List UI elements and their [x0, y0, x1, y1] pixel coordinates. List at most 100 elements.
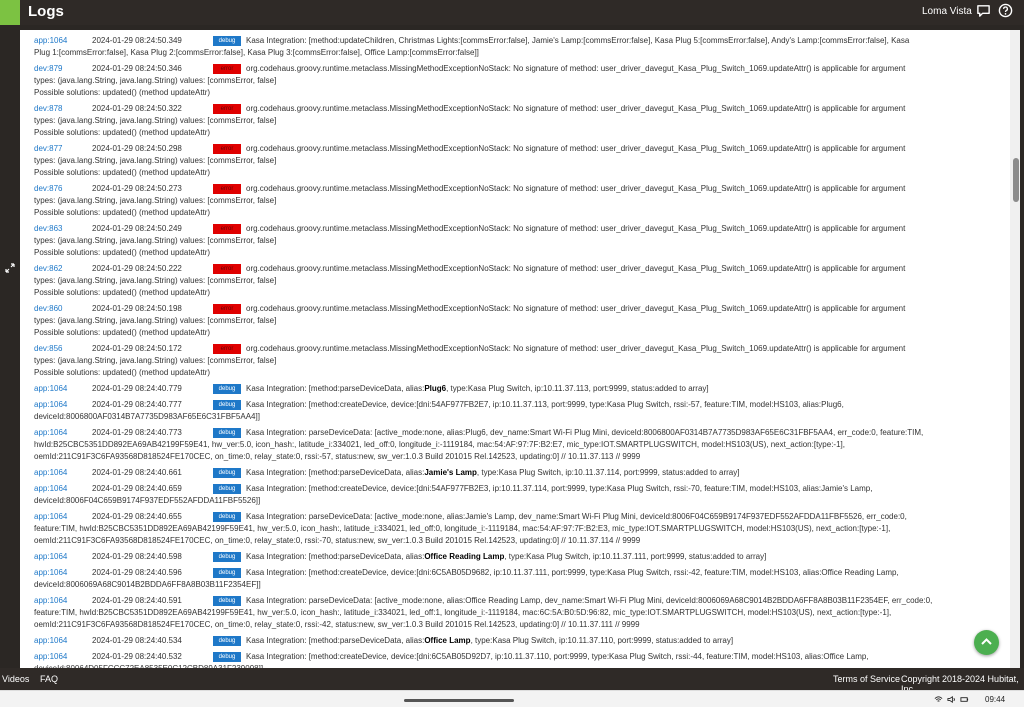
log-message: org.codehaus.groovy.runtime.metaclass.Mi…: [246, 103, 905, 115]
log-message: Kasa Integration: [method:parseDeviceDat…: [246, 635, 733, 647]
log-message-text: , type:Kasa Plug Switch, ip:10.11.37.113…: [446, 384, 709, 393]
log-source-link[interactable]: dev:876: [34, 183, 62, 195]
log-level-badge: debug: [213, 36, 241, 46]
log-source-link[interactable]: dev:878: [34, 103, 62, 115]
log-source-link[interactable]: app:1064: [34, 399, 67, 411]
log-source-link[interactable]: app:1064: [34, 567, 67, 579]
chat-icon[interactable]: [976, 3, 991, 18]
expand-icon[interactable]: [5, 263, 15, 273]
log-message: Kasa Integration: [method:createDevice, …: [246, 567, 899, 579]
log-message-text: Kasa Integration: [method:updateChildren…: [246, 36, 910, 45]
battery-icon[interactable]: [960, 695, 969, 704]
log-source-link[interactable]: app:1064: [34, 383, 67, 395]
log-level-badge: debug: [213, 636, 241, 646]
log-source-link[interactable]: app:1064: [34, 635, 67, 647]
faq-link[interactable]: FAQ: [40, 674, 58, 684]
log-message: Kasa Integration: [method:parseDeviceDat…: [246, 551, 766, 563]
log-timestamp: 2024-01-29 08:24:40.773: [92, 428, 182, 437]
log-message-continuation: Plug 1:[commsError:false], Kasa Plug 2:[…: [34, 48, 479, 57]
log-source-link[interactable]: dev:863: [34, 223, 62, 235]
log-message: Kasa Integration: parseDeviceData: [acti…: [246, 511, 907, 523]
log-message-continuation: deviceId:8006800AF0314B7A7735D983AF65E6C…: [34, 412, 260, 421]
arrow-up-icon: [981, 638, 992, 645]
log-level-badge: debug: [213, 484, 241, 494]
log-timestamp: 2024-01-29 08:24:50.249: [92, 224, 182, 233]
log-timestamp: 2024-01-29 08:24:40.598: [92, 552, 182, 561]
header-bar: Logs Loma Vista: [0, 0, 1024, 30]
log-message-continuation: types: (java.lang.String, java.lang.Stri…: [34, 276, 277, 285]
log-timestamp: 2024-01-29 08:24:50.222: [92, 264, 182, 273]
log-message-continuation: oemId:211C91F3C6FA93568D818524FE170CEC, …: [34, 452, 641, 461]
page-title: Logs: [28, 3, 64, 20]
left-sidebar: [0, 25, 20, 668]
log-level-badge: error: [213, 144, 241, 154]
log-source-link[interactable]: app:1064: [34, 427, 67, 439]
log-level-badge: debug: [213, 652, 241, 662]
log-source-link[interactable]: dev:877: [34, 143, 62, 155]
log-message-text: Kasa Integration: [method:createDevice, …: [246, 400, 844, 409]
hub-name[interactable]: Loma Vista: [922, 6, 972, 17]
log-source-link[interactable]: dev:856: [34, 343, 62, 355]
log-entry: app:1064 2024-01-29 08:24:40.532 debug Kasa…: [20, 651, 1010, 668]
log-message: org.codehaus.groovy.runtime.metaclass.Mi…: [246, 143, 905, 155]
log-source-link[interactable]: app:1064: [34, 483, 67, 495]
log-source-link[interactable]: app:1064: [34, 511, 67, 523]
log-message-continuation: types: (java.lang.String, java.lang.Stri…: [34, 116, 277, 125]
log-message-continuation: Possible solutions: updated() (method up…: [34, 288, 211, 297]
log-message-text: org.codehaus.groovy.runtime.metaclass.Mi…: [246, 104, 906, 113]
wifi-icon[interactable]: [934, 695, 943, 704]
log-entry: dev:878 2024-01-29 08:24:50.322 error org.c…: [20, 103, 1010, 139]
log-message: Kasa Integration: [method:createDevice, …: [246, 399, 844, 411]
scroll-top-button[interactable]: [974, 630, 999, 655]
log-entry: app:1064 2024-01-29 08:24:40.655 debug Kasa…: [20, 511, 1010, 547]
log-entry: dev:863 2024-01-29 08:24:50.249 error org.c…: [20, 223, 1010, 259]
log-message-continuation: oemId:211C91F3C6FA93568D818524FE170CEC, …: [34, 620, 640, 629]
home-indicator[interactable]: [404, 699, 514, 702]
log-entry: app:1064 2024-01-29 08:24:40.661 debug Kasa…: [20, 467, 1010, 479]
log-timestamp: 2024-01-29 08:24:50.273: [92, 184, 182, 193]
log-entry: app:1064 2024-01-29 08:24:40.779 debug Kasa…: [20, 383, 1010, 395]
log-device-alias: Jamie's Lamp: [424, 468, 477, 477]
log-timestamp: 2024-01-29 08:24:40.532: [92, 652, 182, 661]
log-device-alias: Plug6: [424, 384, 447, 393]
log-source-link[interactable]: dev:879: [34, 63, 62, 75]
log-message: org.codehaus.groovy.runtime.metaclass.Mi…: [246, 183, 905, 195]
volume-icon[interactable]: [947, 695, 956, 704]
log-message: Kasa Integration: parseDeviceData: [acti…: [246, 595, 932, 607]
terms-link[interactable]: Terms of Service: [833, 674, 900, 684]
log-source-link[interactable]: dev:862: [34, 263, 62, 275]
log-source-link[interactable]: app:1064: [34, 35, 67, 47]
log-message-text: Kasa Integration: [method:parseDeviceDat…: [246, 468, 425, 477]
log-message-text: org.codehaus.groovy.runtime.metaclass.Mi…: [246, 184, 906, 193]
log-message: org.codehaus.groovy.runtime.metaclass.Mi…: [246, 263, 905, 275]
log-message-continuation: types: (java.lang.String, java.lang.Stri…: [34, 196, 277, 205]
help-icon[interactable]: [998, 3, 1013, 18]
log-timestamp: 2024-01-29 08:24:50.198: [92, 304, 182, 313]
log-entry: dev:862 2024-01-29 08:24:50.222 error org.c…: [20, 263, 1010, 299]
log-scrollbar-thumb[interactable]: [1013, 158, 1019, 202]
log-device-alias: Office Reading Lamp: [424, 552, 505, 561]
log-scrollbar[interactable]: [1010, 30, 1020, 668]
log-source-link[interactable]: dev:860: [34, 303, 62, 315]
log-message-text: org.codehaus.groovy.runtime.metaclass.Mi…: [246, 64, 906, 73]
log-message: org.codehaus.groovy.runtime.metaclass.Mi…: [246, 303, 905, 315]
log-source-link[interactable]: app:1064: [34, 467, 67, 479]
log-message: org.codehaus.groovy.runtime.metaclass.Mi…: [246, 223, 905, 235]
log-timestamp: 2024-01-29 08:24:40.591: [92, 596, 182, 605]
log-level-badge: debug: [213, 512, 241, 522]
log-level-badge: debug: [213, 400, 241, 410]
log-source-link[interactable]: app:1064: [34, 651, 67, 663]
log-entry: app:1064 2024-01-29 08:24:40.591 debug Kasa…: [20, 595, 1010, 631]
log-timestamp: 2024-01-29 08:24:40.779: [92, 384, 182, 393]
videos-link[interactable]: Videos: [2, 674, 29, 684]
log-message-text: Kasa Integration: parseDeviceData: [acti…: [246, 596, 933, 605]
log-source-link[interactable]: app:1064: [34, 595, 67, 607]
log-entry: dev:856 2024-01-29 08:24:50.172 error org.c…: [20, 343, 1010, 379]
log-message-continuation: Possible solutions: updated() (method up…: [34, 168, 211, 177]
log-level-badge: error: [213, 104, 241, 114]
log-level-badge: error: [213, 304, 241, 314]
log-level-badge: debug: [213, 552, 241, 562]
log-message-text: org.codehaus.groovy.runtime.metaclass.Mi…: [246, 224, 906, 233]
log-entry: dev:877 2024-01-29 08:24:50.298 error org.c…: [20, 143, 1010, 179]
log-source-link[interactable]: app:1064: [34, 551, 67, 563]
